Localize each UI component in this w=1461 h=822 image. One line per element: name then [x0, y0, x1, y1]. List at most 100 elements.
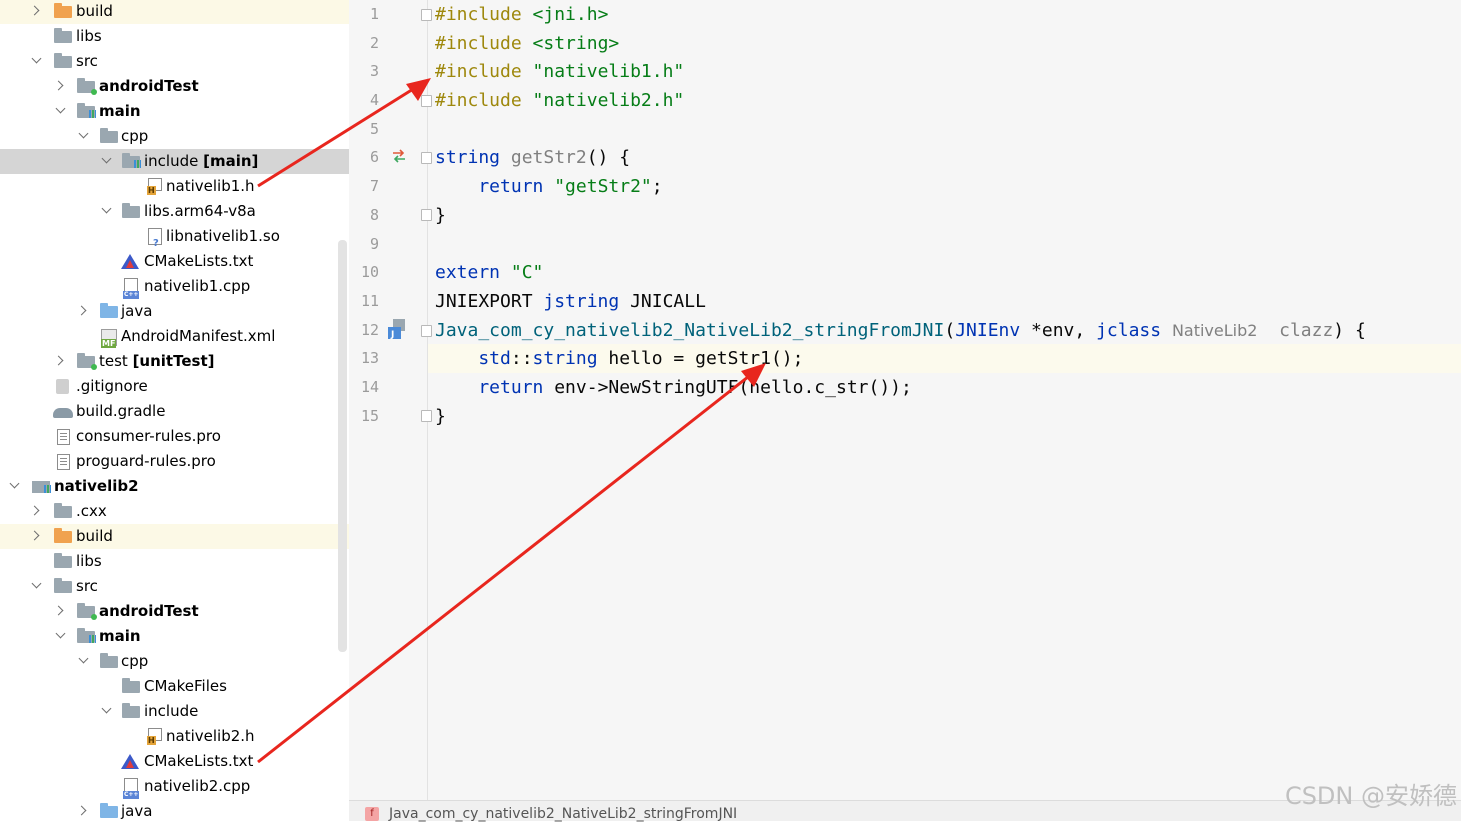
fold-marker-icon[interactable] [421, 9, 432, 21]
chevron-down-icon[interactable] [77, 649, 91, 674]
tree-item-nativelib1-h[interactable]: nativelib1.h [0, 174, 349, 199]
chevron-right-icon[interactable] [77, 799, 91, 820]
tree-item-label: nativelib1.h [166, 177, 255, 195]
cmake-icon [121, 754, 139, 769]
tree-item-main-2[interactable]: main [0, 624, 349, 649]
chevron-down-icon[interactable] [77, 124, 91, 149]
code-token: #include [435, 61, 533, 82]
tree-item-nativelib2-cpp[interactable]: nativelib2.cpp [0, 774, 349, 799]
code-token: env->NewStringUTF(hello.c_str()); [554, 377, 912, 398]
chevron-right-icon[interactable] [30, 0, 44, 24]
tree-item-include-2[interactable]: include [0, 699, 349, 724]
code-line[interactable]: #include <string> [435, 29, 619, 58]
code-line[interactable]: #include <jni.h> [435, 0, 608, 29]
fold-marker-icon[interactable] [421, 325, 432, 337]
source-folder-icon [77, 103, 96, 118]
code-line[interactable]: #include "nativelib1.h" [435, 57, 684, 86]
tree-item-label: java [121, 802, 153, 820]
code-token: #include [435, 90, 533, 111]
code-token: extern [435, 262, 511, 283]
code-token: JNIEXPORT [435, 291, 544, 312]
tree-item-cmakelists-1[interactable]: CMakeLists.txt [0, 249, 349, 274]
jni-method-icon[interactable]: J [387, 318, 409, 340]
tree-item-cpp[interactable]: cpp [0, 124, 349, 149]
code-token: } [435, 406, 446, 427]
tree-scrollbar[interactable] [338, 240, 347, 652]
tree-item-label: CMakeFiles [144, 677, 227, 695]
tree-item-gitignore[interactable]: .gitignore [0, 374, 349, 399]
chevron-down-icon[interactable] [100, 699, 114, 724]
chevron-right-icon[interactable] [54, 599, 68, 624]
tree-item-test[interactable]: test [unitTest] [0, 349, 349, 374]
code-line[interactable]: extern "C" [435, 258, 543, 287]
tree-item-label: .gitignore [76, 377, 148, 395]
tree-item-label: main [99, 627, 141, 645]
code-token: <string> [532, 33, 620, 54]
code-line[interactable]: string getStr2() { [435, 143, 630, 172]
tree-item-androidtest-2[interactable]: androidTest [0, 599, 349, 624]
tree-item-nativelib2-h[interactable]: nativelib2.h [0, 724, 349, 749]
code-line[interactable]: std::string hello = getStr1(); [435, 344, 803, 373]
tree-item-src[interactable]: src [0, 49, 349, 74]
tree-item-label: include [main] [144, 152, 259, 170]
chevron-down-icon[interactable] [54, 624, 68, 649]
chevron-down-icon[interactable] [30, 574, 44, 599]
fold-marker-icon[interactable] [421, 410, 432, 422]
tree-item-cmakefiles[interactable]: CMakeFiles [0, 674, 349, 699]
chevron-right-icon[interactable] [30, 499, 44, 524]
tree-item-consumer-rules[interactable]: consumer-rules.pro [0, 424, 349, 449]
tree-item-libnativelib1-so[interactable]: libnativelib1.so [0, 224, 349, 256]
chevron-right-icon[interactable] [77, 299, 91, 324]
code-line[interactable]: return env->NewStringUTF(hello.c_str()); [435, 373, 912, 402]
code-token: return [435, 176, 555, 197]
navigate-declaration-icon[interactable] [391, 148, 407, 164]
chevron-down-icon[interactable] [100, 199, 114, 224]
tree-item-label: libnativelib1.so [166, 227, 280, 245]
tree-item-cmakelists-2[interactable]: CMakeLists.txt [0, 749, 349, 774]
fold-marker-icon[interactable] [421, 209, 432, 221]
tree-item-cxx[interactable]: .cxx [0, 499, 349, 524]
tree-item-src-2[interactable]: src [0, 574, 349, 599]
tree-item-label: cpp [121, 652, 149, 670]
code-token: #include [435, 33, 533, 54]
tree-item-include-main[interactable]: include [main] [0, 149, 349, 174]
code-line[interactable]: Java_com_cy_nativelib2_NativeLib2_string… [435, 316, 1366, 345]
tree-item-java-2[interactable]: java [0, 799, 349, 820]
code-line[interactable]: return "getStr2"; [435, 172, 662, 201]
code-line[interactable]: } [435, 201, 446, 230]
code-editor[interactable]: 1 2 3 4 5 6 7 8 9 10 11 12 13 14 15 J #i… [349, 0, 1461, 822]
tree-item-libs-arm64[interactable]: libs.arm64-v8a [0, 199, 349, 224]
line-number: 15 [360, 407, 379, 425]
chevron-right-icon[interactable] [54, 349, 68, 374]
tree-item-cpp-2[interactable]: cpp [0, 649, 349, 674]
tree-item-main[interactable]: main [0, 99, 349, 124]
test-folder-icon [77, 603, 97, 620]
code-line[interactable]: #include "nativelib2.h" [435, 86, 684, 115]
fold-marker-icon[interactable] [421, 152, 432, 164]
chevron-down-icon[interactable] [30, 49, 44, 74]
chevron-down-icon[interactable] [54, 99, 68, 124]
tree-item-androidtest[interactable]: androidTest [0, 74, 349, 99]
function-icon: f [365, 807, 379, 821]
code-line[interactable]: JNIEXPORT jstring JNICALL [435, 287, 706, 316]
svg-text:J: J [390, 330, 394, 340]
tree-item-manifest[interactable]: AndroidManifest.xml [0, 324, 349, 349]
tree-item-libs-2[interactable]: libs [0, 549, 349, 574]
chevron-right-icon[interactable] [54, 74, 68, 99]
tree-item-nativelib2-module[interactable]: nativelib2 [0, 474, 349, 499]
tree-item-libs[interactable]: libs [0, 24, 349, 49]
code-token: "nativelib2.h" [532, 90, 685, 111]
chevron-right-icon[interactable] [30, 524, 44, 549]
tree-item-build[interactable]: build [0, 0, 349, 24]
chevron-down-icon[interactable] [100, 149, 114, 174]
tree-item-nativelib1-cpp[interactable]: nativelib1.cpp [0, 274, 349, 299]
tree-item-proguard-rules[interactable]: proguard-rules.pro [0, 449, 349, 474]
code-line[interactable]: } [435, 402, 446, 431]
tree-item-build-gradle[interactable]: build.gradle [0, 399, 349, 424]
tree-item-build-2[interactable]: build [0, 524, 349, 549]
tree-item-java-1[interactable]: java [0, 299, 349, 324]
chevron-down-icon[interactable] [8, 474, 22, 499]
tree-item-label: java [121, 302, 153, 320]
test-folder-icon [77, 78, 97, 95]
fold-marker-icon[interactable] [421, 95, 432, 107]
